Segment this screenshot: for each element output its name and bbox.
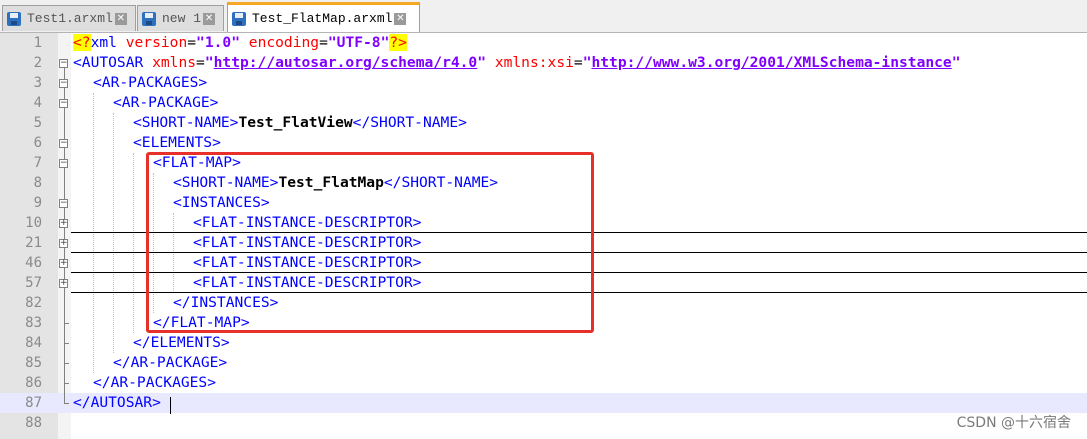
line-number: 1 [33, 35, 42, 51]
line-number: 88 [25, 415, 42, 431]
fold-end-mark [64, 343, 69, 344]
line-number: 46 [25, 255, 42, 271]
indent-guide [113, 113, 114, 353]
fold-end-mark [64, 383, 69, 384]
schema-url-link[interactable]: http://autosar.org/schema/r4.0 [214, 54, 478, 71]
fold-end-mark [64, 403, 69, 404]
xsi-url-link[interactable]: http://www.w3.org/2001/XMLSchema-instanc… [591, 54, 951, 71]
save-disk-icon [142, 11, 156, 26]
code-line-84[interactable]: </ELEMENTS> [133, 333, 230, 353]
tab-label: Test_FlatMap.arxml [252, 11, 393, 26]
fold-collapse-icon[interactable]: − [59, 79, 68, 88]
fold-end-mark [64, 363, 69, 364]
fold-collapse-icon[interactable]: − [59, 59, 68, 68]
close-icon[interactable]: ✕ [114, 12, 127, 25]
code-line-86[interactable]: </AR-PACKAGES> [93, 373, 216, 393]
line-number: 9 [33, 195, 42, 211]
code-line-4[interactable]: <AR-PACKAGE> [113, 93, 218, 113]
fold-expand-icon[interactable]: + [59, 239, 68, 248]
close-icon[interactable]: ✕ [394, 12, 407, 25]
line-number: 3 [33, 75, 42, 91]
tab-label: new 1 [162, 11, 202, 26]
code-line-1[interactable]: <?xml version="1.0" encoding="UTF-8"?> [73, 33, 407, 53]
line-number: 57 [25, 275, 42, 291]
tab-bar: Test1.arxml ✕ new 1 ✕ Test_FlatMap.arxml… [0, 0, 1087, 33]
line-number: 4 [33, 95, 42, 111]
fold-expand-icon[interactable]: + [59, 279, 68, 288]
code-line-87[interactable]: </AUTOSAR> [73, 393, 161, 413]
line-number: 82 [25, 295, 42, 311]
tab-test1-arxml[interactable]: Test1.arxml ✕ [2, 5, 136, 31]
code-line-5[interactable]: <SHORT-NAME>Test_FlatView</SHORT-NAME> [133, 113, 467, 133]
tab-new-1[interactable]: new 1 ✕ [137, 5, 224, 31]
indent-guide [133, 153, 134, 333]
line-number: 10 [25, 215, 42, 231]
fold-expand-icon[interactable]: + [59, 259, 68, 268]
close-icon[interactable]: ✕ [203, 12, 216, 25]
watermark: CSDN @十六宿舍 [956, 415, 1071, 431]
code-line-3[interactable]: <AR-PACKAGES> [93, 73, 207, 93]
line-number: 83 [25, 315, 42, 331]
fold-collapse-icon[interactable]: − [59, 139, 68, 148]
indent-guide [93, 93, 94, 373]
fold-collapse-icon[interactable]: − [59, 199, 68, 208]
save-disk-icon [232, 11, 246, 26]
line-number: 5 [33, 115, 42, 131]
line-number: 85 [25, 355, 42, 371]
annotation-highlight-box [146, 152, 594, 333]
line-number: 7 [33, 155, 42, 171]
fold-expand-icon[interactable]: + [59, 219, 68, 228]
tab-label: Test1.arxml [27, 11, 113, 26]
line-number: 86 [25, 375, 42, 391]
line-number: 8 [33, 175, 42, 191]
fold-collapse-icon[interactable]: − [59, 99, 68, 108]
save-disk-icon [7, 11, 21, 26]
fold-line [64, 68, 65, 403]
tab-test-flatmap-arxml[interactable]: Test_FlatMap.arxml ✕ [227, 2, 420, 32]
code-line-85[interactable]: </AR-PACKAGE> [113, 353, 227, 373]
fold-end-mark [64, 323, 69, 324]
line-number: 87 [25, 395, 42, 411]
line-number: 2 [33, 55, 42, 71]
line-number: 21 [25, 235, 42, 251]
text-cursor [170, 397, 171, 414]
line-number: 6 [33, 135, 42, 151]
current-line-highlight [0, 393, 1087, 413]
code-line-2[interactable]: <AUTOSAR xmlns="http://autosar.org/schem… [73, 53, 961, 73]
fold-collapse-icon[interactable]: − [59, 159, 68, 168]
line-number: 84 [25, 335, 42, 351]
code-line-6[interactable]: <ELEMENTS> [133, 133, 221, 153]
